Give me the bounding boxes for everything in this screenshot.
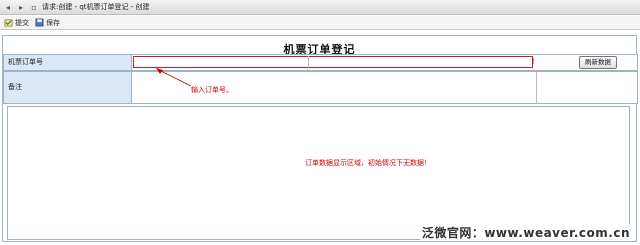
save-button[interactable]: 保存: [35, 18, 60, 28]
forward-arrow-icon[interactable]: ▸: [16, 2, 26, 12]
watermark: 泛微官网：www.weaver.com.cn: [419, 224, 632, 241]
page-icon: ▫: [31, 2, 37, 12]
remark-label: 备注: [3, 71, 132, 104]
window-titlebar: ◂ ▸ ▫ 请求:创建 - qt机票订单登记 - 创建: [0, 0, 640, 15]
form-frame: 机票订单登记 机票订单号 ! 刷新数据 备注 输入订单号。 订单数据显示区域，初…: [2, 35, 638, 242]
annotation-arrow-icon: [156, 68, 192, 87]
save-label: 保存: [46, 18, 60, 27]
order-no-label: 机票订单号: [3, 54, 132, 71]
submit-label: 提交: [15, 18, 29, 27]
required-mark: !: [531, 57, 535, 66]
order-data-area: [7, 106, 630, 240]
input-hint-annotation: 输入订单号。: [191, 86, 233, 94]
back-arrow-icon[interactable]: ◂: [3, 2, 13, 12]
submit-button[interactable]: 提交: [4, 18, 29, 28]
data-hint-annotation: 订单数据显示区域，初始情况下无数据！: [305, 159, 431, 167]
input-divider: [308, 56, 309, 68]
save-icon: [35, 18, 44, 27]
refresh-data-button[interactable]: 刷新数据: [579, 56, 617, 69]
window-title: 请求:创建 - qt机票订单登记 - 创建: [42, 3, 150, 11]
submit-icon: [4, 19, 13, 27]
remark-divider: [536, 72, 537, 103]
toolbar: 提交 保存: [0, 16, 640, 30]
